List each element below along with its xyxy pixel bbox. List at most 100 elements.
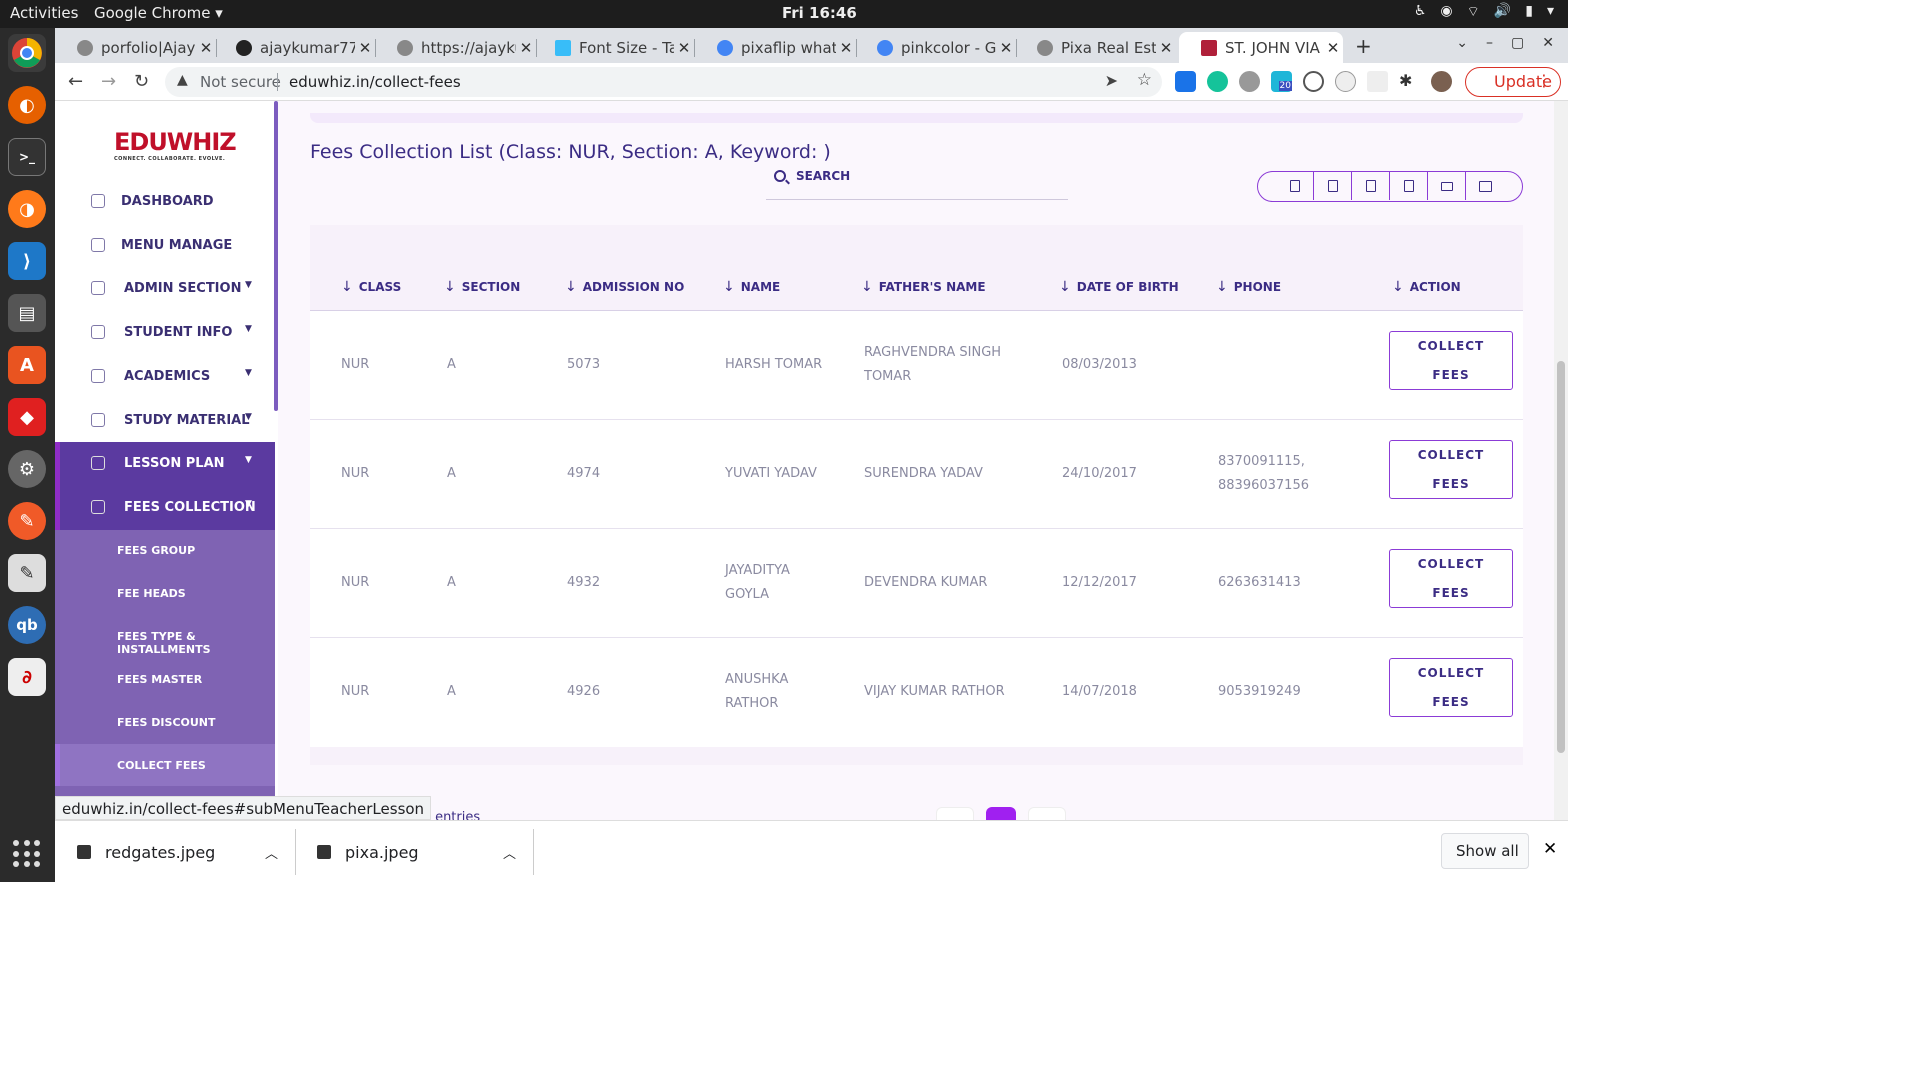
minimize-icon[interactable]: – <box>1486 35 1493 51</box>
evince-icon[interactable]: ∂ <box>8 658 46 696</box>
column-header-admission-no[interactable]: ↓ ADMISSION NO <box>565 279 684 295</box>
close-tab-icon[interactable]: ✕ <box>1156 39 1176 57</box>
grammarly-icon[interactable] <box>1207 71 1228 92</box>
browser-tab[interactable]: Pixa Real Esta ✕ <box>1015 32 1176 63</box>
close-tab-icon[interactable]: ✕ <box>196 39 216 57</box>
close-tab-icon[interactable]: ✕ <box>996 39 1016 57</box>
search-input[interactable]: SEARCH <box>766 167 1068 200</box>
globe-extension-icon[interactable] <box>1239 71 1260 92</box>
more-menu-icon[interactable]: ⋮ <box>1536 71 1552 90</box>
security-label[interactable]: Not secure <box>200 73 281 91</box>
excel-button[interactable] <box>1314 172 1352 200</box>
chevron-up-icon[interactable]: ︿ <box>265 843 278 862</box>
maximize-icon[interactable]: ▢ <box>1511 35 1524 51</box>
browser-tab[interactable]: pixaflip what ✕ <box>695 32 857 63</box>
firefox-icon[interactable]: ◐ <box>8 86 46 124</box>
qbittorrent-icon[interactable]: qb <box>8 606 46 644</box>
firefox-dev-icon[interactable]: ◑ <box>8 190 46 228</box>
extension-icon[interactable] <box>1175 71 1196 92</box>
profile-avatar[interactable] <box>1431 71 1452 92</box>
column-header-name[interactable]: ↓ NAME <box>723 279 780 295</box>
app-menu[interactable]: Google Chrome ▾ <box>94 4 223 22</box>
browser-tab[interactable]: pinkcolor - Go ✕ <box>855 32 1017 63</box>
activities-button[interactable]: Activities <box>10 4 78 22</box>
collect-fees-button[interactable]: COLLECT FEES <box>1389 658 1513 717</box>
send-to-device-icon[interactable]: ➤ <box>1105 71 1118 90</box>
pagination-next-button[interactable] <box>1028 807 1066 820</box>
browser-tab[interactable]: Font Size - Ta ✕ <box>533 32 695 63</box>
close-tab-icon[interactable]: ✕ <box>674 39 694 57</box>
new-tab-button[interactable]: + <box>1355 34 1372 58</box>
sidebar-item-study-material[interactable]: STUDY MATERIAL ▼ <box>55 399 275 443</box>
extensions-puzzle-icon[interactable]: ✱ <box>1399 71 1420 92</box>
collect-fees-button[interactable]: COLLECT FEES <box>1389 440 1513 499</box>
close-tab-icon[interactable]: ✕ <box>355 39 375 57</box>
collect-fees-button[interactable]: COLLECT FEES <box>1389 549 1513 608</box>
column-header-date-of-birth[interactable]: ↓ DATE OF BIRTH <box>1059 279 1179 295</box>
battery-icon[interactable]: ▮ <box>1525 3 1533 21</box>
wifi-icon[interactable]: ⌔ <box>1467 3 1480 21</box>
show-applications-icon[interactable] <box>13 840 41 868</box>
browser-tab-active[interactable]: ST. JOHN VIA ✕ <box>1179 32 1343 63</box>
sidebar-item-admin-section[interactable]: ADMIN SECTION ▼ <box>55 267 275 311</box>
close-shelf-icon[interactable]: ✕ <box>1543 839 1557 859</box>
sidebar-item-fees-collection[interactable]: FEES COLLECTION ▼ <box>55 486 275 530</box>
warning-icon[interactable]: ▲ <box>177 72 188 88</box>
reload-icon[interactable]: ↻ <box>134 71 149 92</box>
close-tab-icon[interactable]: ✕ <box>836 39 856 57</box>
update-button[interactable]: Update ⋮ <box>1465 67 1561 97</box>
extension-icon[interactable] <box>1367 71 1388 92</box>
sidebar-item-dashboard[interactable]: DASHBOARD <box>55 180 275 224</box>
back-icon[interactable]: ← <box>68 71 83 92</box>
text-editor-icon[interactable]: ✎ <box>8 554 46 592</box>
volume-icon[interactable]: 🔊 <box>1494 3 1511 21</box>
column-header-class[interactable]: ↓ CLASS <box>341 279 401 295</box>
sidebar-item-academics[interactable]: ACADEMICS ▼ <box>55 355 275 399</box>
column-header-phone[interactable]: ↓ PHONE <box>1216 279 1281 295</box>
pagination-previous-button[interactable] <box>936 807 974 820</box>
tab-search-icon[interactable]: ⌄ <box>1456 35 1468 51</box>
address-bar[interactable]: ▲ Not secure eduwhiz.in/collect-fees ➤ ☆ <box>165 67 1162 97</box>
postman-icon[interactable]: ✎ <box>8 502 46 540</box>
sidebar-item-lesson-plan[interactable]: LESSON PLAN ▼ <box>55 442 275 486</box>
close-tab-icon[interactable]: ✕ <box>1323 39 1343 57</box>
vimium-icon[interactable] <box>1335 71 1356 92</box>
system-tray[interactable]: ♿ ◉ ⌔ 🔊 ▮ ▾ <box>1414 3 1554 21</box>
sidebar-item-student-info[interactable]: STUDENT INFO ▼ <box>55 311 275 355</box>
extension-icon[interactable] <box>1303 71 1324 92</box>
browser-tab[interactable]: porfolio|Ajay ✕ <box>55 32 217 63</box>
column-header-action[interactable]: ↓ ACTION <box>1392 279 1461 295</box>
column-header-fathers-name[interactable]: ↓ FATHER'S NAME <box>861 279 986 295</box>
power-menu-icon[interactable]: ▾ <box>1547 3 1554 21</box>
pdf-button[interactable] <box>1390 172 1428 200</box>
chrome-icon[interactable] <box>8 34 46 72</box>
pagination-current-page-button[interactable] <box>986 807 1016 820</box>
eduwhiz-logo[interactable]: EDUWHIZ CONNECT. COLLABORATE. EVOLVE. <box>114 128 237 162</box>
settings-icon[interactable]: ⚙ <box>8 450 46 488</box>
close-window-icon[interactable]: ✕ <box>1542 35 1554 51</box>
download-item[interactable]: redgates.jpeg ︿ <box>55 821 296 883</box>
submenu-item-collect-fees[interactable]: COLLECT FEES <box>117 759 206 772</box>
submenu-item-fees-master[interactable]: FEES MASTER <box>117 673 202 686</box>
forward-icon[interactable]: → <box>101 71 116 92</box>
copy-button[interactable] <box>1276 172 1314 200</box>
show-all-downloads-button[interactable]: Show all <box>1441 833 1529 869</box>
submenu-item-fee-heads[interactable]: FEE HEADS <box>117 587 186 600</box>
url-text[interactable]: eduwhiz.in/collect-fees <box>289 73 461 91</box>
terminal-icon[interactable]: >_ <box>8 138 46 176</box>
chevron-up-icon[interactable]: ︿ <box>503 843 516 862</box>
submenu-item-fees-group[interactable]: FEES GROUP <box>117 544 195 557</box>
page-scrollbar-thumb[interactable] <box>1557 361 1565 753</box>
vscode-icon[interactable]: ⟩ <box>8 242 46 280</box>
file-manager-icon[interactable]: ▤ <box>8 294 46 332</box>
accessibility-icon[interactable]: ♿ <box>1414 3 1427 21</box>
browser-tab[interactable]: https://ajayku ✕ <box>375 32 537 63</box>
browser-tab[interactable]: ajaykumar77 ✕ <box>214 32 376 63</box>
column-header-section[interactable]: ↓ SECTION <box>444 279 520 295</box>
bookmark-star-icon[interactable]: ☆ <box>1137 70 1152 90</box>
anydesk-icon[interactable]: ◆ <box>8 398 46 436</box>
software-center-icon[interactable]: A <box>8 346 46 384</box>
download-item[interactable]: pixa.jpeg ︿ <box>295 821 535 883</box>
submenu-item-fees-discount[interactable]: FEES DISCOUNT <box>117 716 216 729</box>
column-visibility-button[interactable] <box>1466 172 1504 200</box>
